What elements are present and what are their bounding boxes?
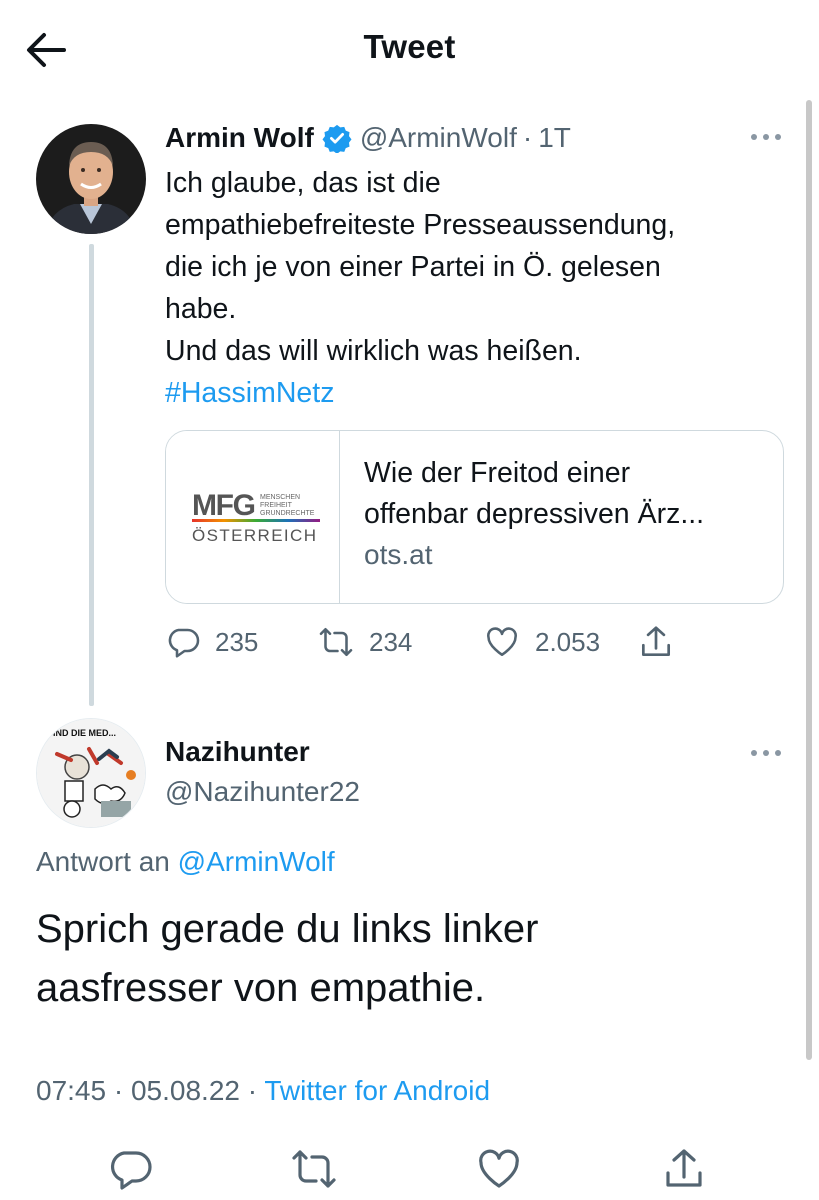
card-thumbnail: MFG MENSCHEN FREIHEIT GRUNDRECHTE ÖSTERR… [166, 431, 340, 603]
tweet-line: Sprich gerade du links linker [36, 907, 539, 951]
like-count: 2.053 [535, 626, 601, 657]
like-button[interactable] [475, 1145, 523, 1193]
tweet-time[interactable]: 07:45 [36, 1075, 106, 1106]
svg-text:MFG: MFG [192, 489, 256, 522]
reply-button[interactable] [106, 1145, 154, 1193]
verified-badge-icon [322, 124, 352, 153]
retweet-button[interactable]: 234 [317, 620, 412, 664]
share-icon [666, 1149, 702, 1187]
scrollbar[interactable] [806, 100, 812, 1060]
reply-context: Antwort an @ArminWolf [36, 846, 335, 878]
share-button[interactable] [637, 620, 675, 664]
tweet-meta: 07:45 · 05.08.22 · Twitter for Android [36, 1075, 490, 1107]
hashtag-link[interactable]: #HassimNetz [165, 377, 334, 409]
tweet-date[interactable]: 05.08.22 [131, 1075, 240, 1106]
svg-text:ÖSTERREICH: ÖSTERREICH [192, 526, 316, 545]
reply-button[interactable]: 235 [165, 620, 258, 664]
retweet-button[interactable] [290, 1145, 338, 1193]
svg-text:FREIHEIT: FREIHEIT [260, 502, 293, 509]
tweet-text: Ich glaube, das ist die empathiebefreite… [165, 162, 785, 414]
top-bar: Tweet [0, 0, 819, 100]
card-domain: ots.at [364, 539, 433, 570]
reply-icon [168, 628, 200, 658]
tweet-line: empathiebefreiteste Presseaussendung, [165, 209, 676, 241]
heart-icon [479, 1149, 519, 1188]
tweet-actions: 235 234 2.053 [165, 620, 705, 664]
reply-count: 235 [215, 626, 259, 657]
svg-text:MENSCHEN: MENSCHEN [260, 494, 300, 501]
author-name[interactable]: Armin Wolf [165, 122, 314, 154]
retweet-icon [292, 1150, 336, 1188]
reply-prefix: Antwort an [36, 846, 170, 877]
reply-icon [111, 1151, 152, 1190]
heart-icon [487, 627, 517, 657]
tweet-header: Armin Wolf @ArminWolf · 1T [165, 118, 571, 158]
author-handle[interactable]: @Nazihunter22 [165, 776, 360, 808]
card-title-line: Wie der Freitod einer [364, 457, 631, 489]
separator: · [522, 122, 533, 153]
tweet-actions [0, 1145, 819, 1193]
svg-text:SIND DIE MED...: SIND DIE MED... [47, 728, 116, 738]
source-link[interactable]: Twitter for Android [264, 1075, 490, 1106]
share-icon [641, 626, 671, 657]
avatar[interactable] [36, 124, 146, 234]
avatar[interactable]: SIND DIE MED... [36, 718, 146, 828]
mfg-logo: MFG MENSCHEN FREIHEIT GRUNDRECHTE ÖSTERR… [192, 489, 320, 545]
separator: · [113, 1075, 124, 1106]
tweet-line: aasfresser von empathie. [36, 966, 486, 1010]
card-title-line: offenbar depressiven Ärz... [364, 498, 705, 530]
separator: · [247, 1075, 258, 1106]
tweet-text: Sprich gerade du links linker aasfresser… [36, 900, 796, 1018]
thread-line [89, 244, 94, 706]
page-title: Tweet [363, 28, 456, 65]
svg-text:GRUNDRECHTE: GRUNDRECHTE [260, 510, 315, 517]
author-name[interactable]: Nazihunter [165, 736, 310, 768]
card-title: Wie der Freitod einer offenbar depressiv… [364, 453, 764, 535]
retweet-count: 234 [369, 626, 413, 657]
more-options-icon[interactable] [749, 131, 783, 143]
tweet-line: die ich je von einer Partei in Ö. gelese… [165, 251, 661, 283]
retweet-icon [319, 627, 353, 657]
share-button[interactable] [660, 1145, 708, 1193]
link-card[interactable]: MFG MENSCHEN FREIHEIT GRUNDRECHTE ÖSTERR… [165, 430, 784, 604]
more-options-icon[interactable] [749, 747, 783, 759]
author-handle[interactable]: @ArminWolf [360, 122, 517, 154]
tweet-line: Ich glaube, das ist die [165, 167, 441, 199]
tweet-time[interactable]: 1T [538, 122, 571, 154]
like-button[interactable]: 2.053 [483, 620, 600, 664]
tweet-line: habe. [165, 293, 237, 325]
mention-link[interactable]: @ArminWolf [178, 846, 335, 877]
tweet-line: Und das will wirklich was heißen. [165, 335, 582, 367]
